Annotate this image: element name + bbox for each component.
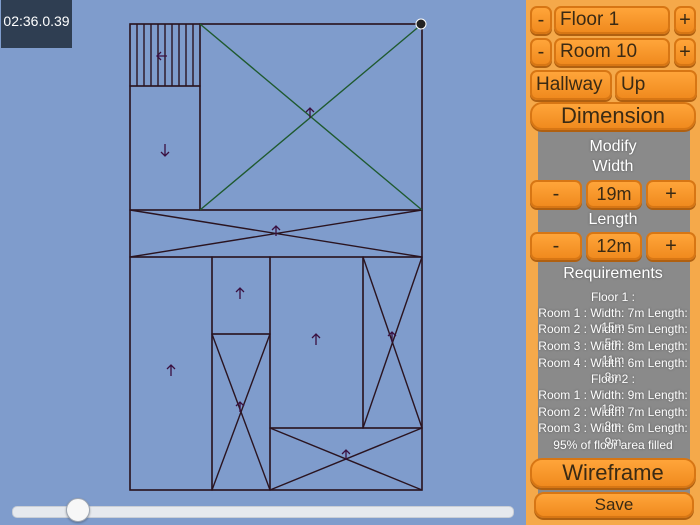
wireframe-button[interactable]: Wireframe [530, 458, 696, 488]
plus-text: + [665, 182, 677, 205]
arrow-up-icon [235, 287, 245, 299]
minus-text: - [552, 182, 560, 205]
floor-minus-button[interactable]: - [530, 6, 552, 34]
width-label: Width [592, 158, 634, 175]
requirement-line: Floor 1 : [590, 290, 635, 304]
minus-text: - [552, 234, 560, 257]
room-type-select[interactable]: Hallway [530, 70, 612, 100]
length-plus-button[interactable]: + [646, 232, 696, 260]
width-minus-button[interactable]: - [530, 180, 582, 208]
floor-plan[interactable] [0, 0, 526, 500]
floor-label: Floor 1 [554, 6, 670, 34]
requirements-title: Requirements [563, 265, 663, 282]
corner-handle[interactable] [415, 18, 427, 30]
room-plus-button[interactable]: + [674, 38, 696, 66]
length-value-input[interactable]: 12m [586, 232, 642, 260]
length-label: Length [588, 211, 638, 228]
floor-area-status: 95% of floor area filled [553, 438, 673, 452]
modify-label: Modify [589, 138, 637, 155]
requirement-line: Floor 2 : [590, 372, 635, 386]
room-minus-button[interactable]: - [530, 38, 552, 66]
width-value-input[interactable]: 19m [586, 180, 642, 208]
save-button[interactable]: Save [534, 492, 694, 518]
arrow-up-icon [311, 333, 321, 345]
time-slider-thumb[interactable] [66, 498, 90, 522]
arrow-up-icon [166, 364, 176, 376]
width-plus-button[interactable]: + [646, 180, 696, 208]
plus-text: + [665, 234, 677, 257]
floor-plus-button[interactable]: + [674, 6, 696, 34]
room-lower-mid-top[interactable] [211, 256, 271, 335]
direction-select[interactable]: Up [615, 70, 697, 100]
dimension-button[interactable]: Dimension [530, 102, 696, 130]
length-minus-button[interactable]: - [530, 232, 582, 260]
room-label: Room 10 [554, 38, 670, 66]
arrow-down-icon [160, 144, 170, 157]
